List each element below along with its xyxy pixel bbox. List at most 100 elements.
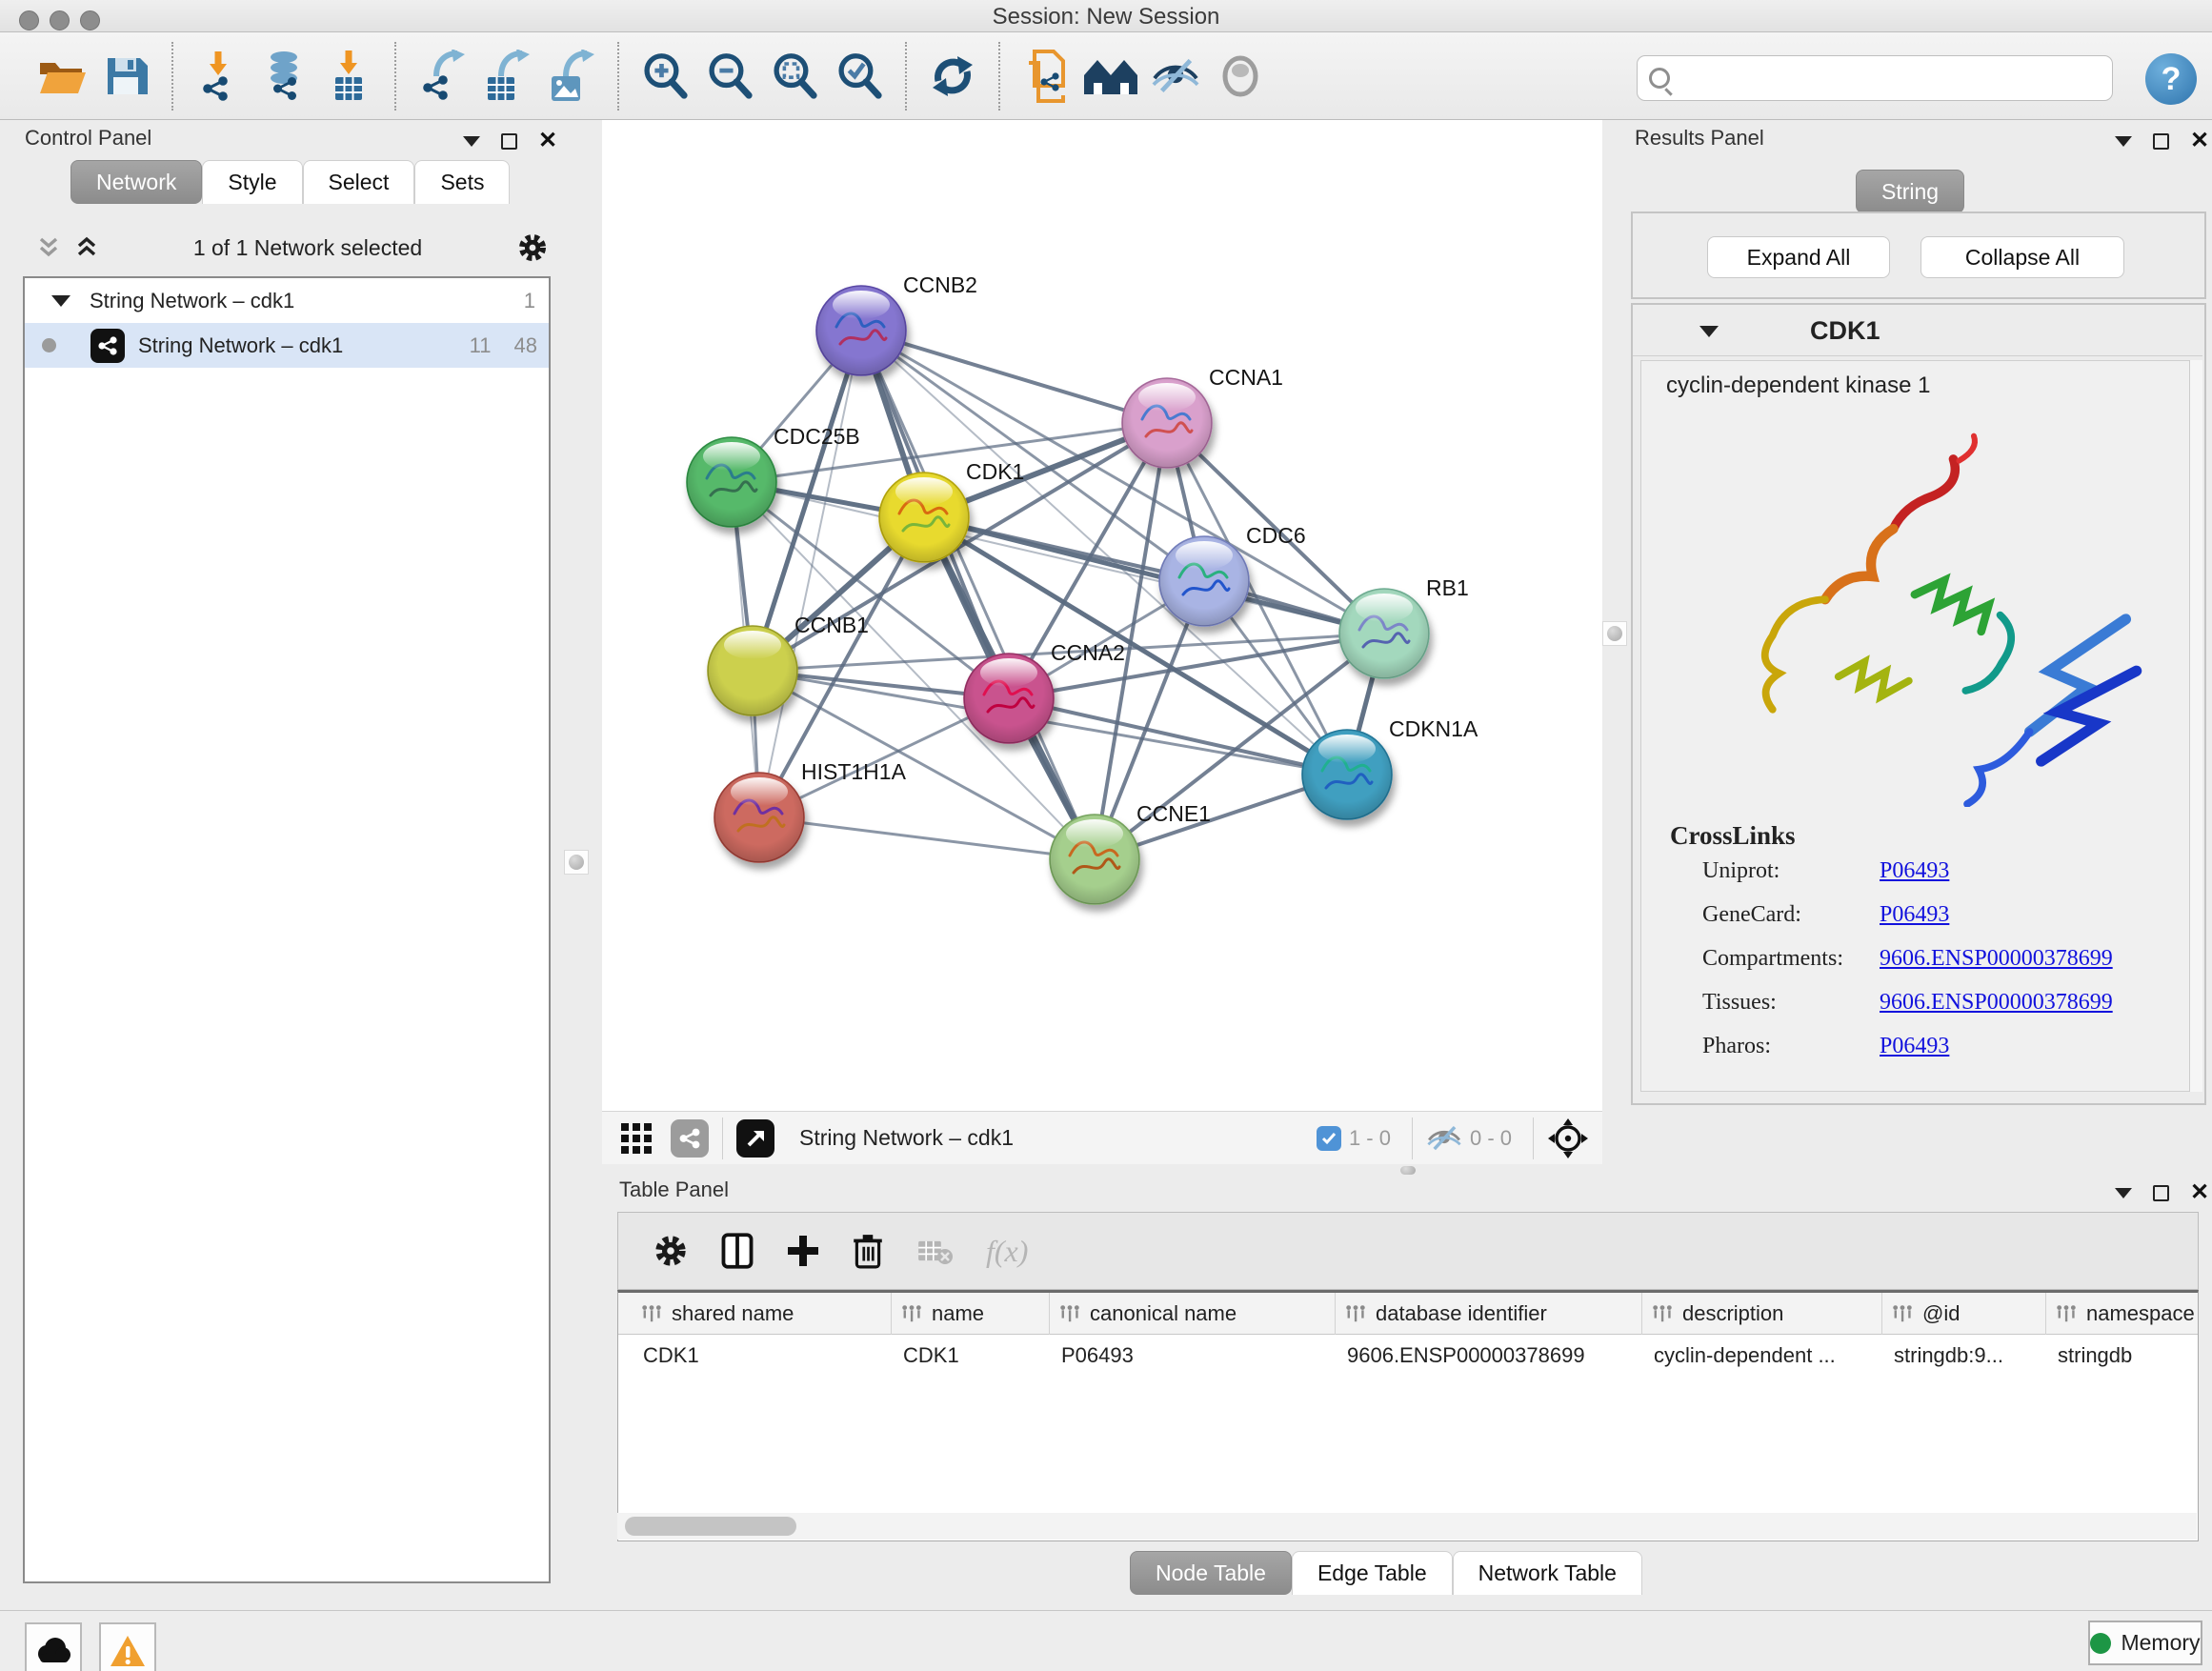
panel-maximize-icon[interactable] bbox=[501, 133, 517, 150]
network-node-CCNE1[interactable] bbox=[1050, 815, 1139, 904]
collection-expand-icon[interactable] bbox=[51, 295, 70, 307]
network-node-RB1[interactable] bbox=[1339, 589, 1429, 678]
column-header-namespace[interactable]: namespace bbox=[2046, 1293, 2199, 1335]
string-badge-icon[interactable] bbox=[671, 1119, 709, 1158]
zoom-in-button[interactable] bbox=[633, 38, 697, 114]
table-cell[interactable]: CDK1 bbox=[632, 1335, 892, 1377]
network-node-CDK1[interactable] bbox=[879, 473, 969, 562]
network-node-CCNA2[interactable] bbox=[964, 654, 1054, 743]
tab-style[interactable]: Style bbox=[202, 160, 302, 204]
crosslink-link[interactable]: P06493 bbox=[1880, 1034, 1949, 1059]
crosslink-link[interactable]: 9606.ENSP00000378699 bbox=[1880, 946, 2113, 972]
panel-float-icon[interactable] bbox=[2115, 1188, 2132, 1198]
network-node-CCNB2[interactable] bbox=[816, 286, 906, 375]
panel-maximize-icon[interactable] bbox=[2153, 133, 2169, 150]
export-table-button[interactable] bbox=[474, 38, 539, 114]
network-node-CDC6[interactable] bbox=[1159, 536, 1249, 626]
network-node-CCNA1[interactable] bbox=[1122, 378, 1212, 468]
crosslink-link[interactable]: 9606.ENSP00000378699 bbox=[1880, 990, 2113, 1016]
houses-button[interactable] bbox=[1078, 38, 1143, 114]
column-header-database-identifier[interactable]: database identifier bbox=[1336, 1293, 1642, 1335]
memory-button[interactable]: Memory bbox=[2088, 1621, 2202, 1665]
left-splitter-handle[interactable] bbox=[564, 850, 589, 875]
network-node-CDC25B[interactable] bbox=[687, 437, 776, 527]
panel-close-icon[interactable] bbox=[2190, 130, 2209, 152]
import-table-file-button[interactable] bbox=[316, 38, 381, 114]
network-row[interactable]: String Network – cdk1 11 48 bbox=[25, 323, 549, 368]
panel-maximize-icon[interactable] bbox=[2153, 1185, 2169, 1201]
scrollbar-thumb[interactable] bbox=[625, 1517, 796, 1536]
column-header-@id[interactable]: @id bbox=[1882, 1293, 2046, 1335]
panel-float-icon[interactable] bbox=[2115, 136, 2132, 147]
crosslink-link[interactable]: P06493 bbox=[1880, 858, 1949, 884]
table-horizontal-scrollbar[interactable] bbox=[617, 1513, 2197, 1540]
tab-network-table[interactable]: Network Table bbox=[1453, 1551, 1642, 1595]
show-graphics-details-button[interactable] bbox=[1208, 38, 1273, 114]
column-header-description[interactable]: description bbox=[1642, 1293, 1882, 1335]
column-header-canonical-name[interactable]: canonical name bbox=[1050, 1293, 1336, 1335]
table-row[interactable]: CDK1CDK1P064939606.ENSP00000378699cyclin… bbox=[618, 1335, 2198, 1377]
collapse-all-button[interactable]: Collapse All bbox=[1920, 236, 2124, 278]
network-node-CDKN1A[interactable] bbox=[1302, 730, 1392, 819]
collapse-section-icon[interactable] bbox=[1699, 326, 1719, 337]
left-splitter[interactable] bbox=[564, 120, 589, 1164]
collapse-all-chevron-icon[interactable] bbox=[36, 235, 61, 260]
table-cell[interactable]: stringdb:9... bbox=[1882, 1335, 2046, 1377]
help-button[interactable] bbox=[2145, 53, 2197, 105]
table-cell[interactable]: stringdb bbox=[2046, 1335, 2199, 1377]
results-tab-string[interactable]: String bbox=[1856, 170, 1964, 213]
column-header-name[interactable]: name bbox=[892, 1293, 1050, 1335]
export-image-button[interactable] bbox=[539, 38, 604, 114]
network-node-CCNB1[interactable] bbox=[708, 626, 797, 715]
panel-close-icon[interactable] bbox=[538, 130, 557, 152]
tab-select[interactable]: Select bbox=[303, 160, 415, 204]
warnings-button[interactable] bbox=[99, 1622, 156, 1671]
table-cell[interactable]: cyclin-dependent ... bbox=[1642, 1335, 1882, 1377]
add-icon[interactable] bbox=[786, 1234, 820, 1268]
tab-network[interactable]: Network bbox=[70, 160, 202, 204]
crosslink-link[interactable]: P06493 bbox=[1880, 902, 1949, 928]
expand-all-chevron-icon[interactable] bbox=[74, 235, 99, 260]
hidden-eye-slash-icon[interactable] bbox=[1426, 1124, 1462, 1153]
cloud-button[interactable] bbox=[25, 1622, 82, 1671]
tab-sets[interactable]: Sets bbox=[414, 160, 510, 204]
import-network-file-button[interactable] bbox=[187, 38, 251, 114]
network-collection-row[interactable]: String Network – cdk1 1 bbox=[25, 278, 549, 323]
table-cell[interactable]: P06493 bbox=[1050, 1335, 1336, 1377]
right-splitter[interactable] bbox=[1602, 120, 1627, 1164]
protein-card-header[interactable]: CDK1 bbox=[1633, 307, 2202, 356]
save-session-button[interactable] bbox=[93, 38, 158, 114]
zoom-fit-button[interactable] bbox=[762, 38, 827, 114]
open-external-icon[interactable] bbox=[736, 1119, 774, 1158]
panel-close-icon[interactable] bbox=[2190, 1181, 2209, 1204]
table-cell[interactable]: CDK1 bbox=[892, 1335, 1050, 1377]
tab-edge-table[interactable]: Edge Table bbox=[1292, 1551, 1453, 1595]
zoom-selected-button[interactable] bbox=[827, 38, 892, 114]
zoom-out-button[interactable] bbox=[697, 38, 762, 114]
delete-trash-icon[interactable] bbox=[853, 1233, 883, 1269]
selected-checkbox-icon[interactable] bbox=[1317, 1126, 1341, 1151]
search-input[interactable] bbox=[1637, 55, 2113, 101]
import-network-database-button[interactable] bbox=[251, 38, 316, 114]
ndex-document-button[interactable] bbox=[1014, 38, 1078, 114]
panel-float-icon[interactable] bbox=[463, 136, 480, 147]
horizontal-splitter[interactable] bbox=[564, 1164, 2212, 1176]
network-canvas[interactable]: CCNB2CCNA1CDC25BCDK1CDC6RB1CCNB1CCNA2CDK… bbox=[602, 120, 1602, 1111]
network-options-gear-icon[interactable] bbox=[516, 232, 549, 264]
update-network-button[interactable] bbox=[920, 38, 985, 114]
hide-graphics-details-button[interactable] bbox=[1143, 38, 1208, 114]
pan-crosshair-icon[interactable] bbox=[1547, 1117, 1589, 1159]
network-node-HIST1H1A[interactable] bbox=[714, 773, 804, 862]
node-table[interactable]: shared namenamecanonical namedatabase id… bbox=[617, 1290, 2199, 1541]
export-network-button[interactable] bbox=[410, 38, 474, 114]
expand-all-button[interactable]: Expand All bbox=[1707, 236, 1890, 278]
show-columns-icon[interactable] bbox=[721, 1233, 754, 1269]
tab-node-table[interactable]: Node Table bbox=[1130, 1551, 1292, 1595]
column-header-shared-name[interactable]: shared name bbox=[632, 1293, 892, 1335]
open-session-button[interactable] bbox=[29, 38, 93, 114]
table-options-gear-icon[interactable] bbox=[653, 1233, 689, 1269]
results-scrollbar[interactable] bbox=[2189, 360, 2202, 1092]
birds-eye-grid-icon[interactable] bbox=[619, 1121, 654, 1156]
right-splitter-handle[interactable] bbox=[1602, 621, 1627, 646]
table-cell[interactable]: 9606.ENSP00000378699 bbox=[1336, 1335, 1642, 1377]
